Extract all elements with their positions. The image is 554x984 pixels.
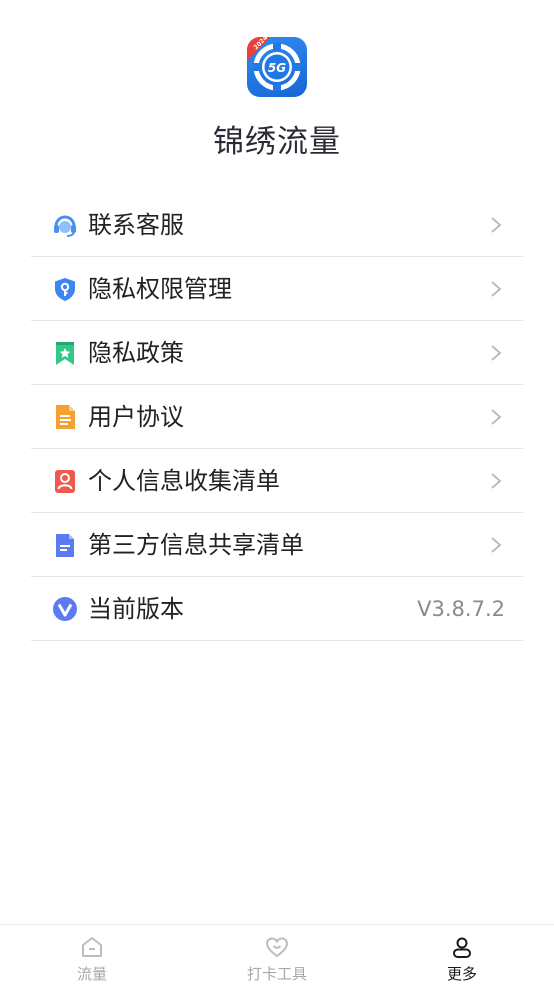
menu-item-user-agreement[interactable]: 用户协议 (31, 385, 523, 449)
document-icon (52, 404, 78, 430)
app-logo: 5G 2024 (247, 37, 307, 97)
menu-label-contact-support: 联系客服 (88, 211, 184, 239)
user-icon (450, 935, 474, 959)
settings-menu: 联系客服 隐私权限管理 隐私政策 用户协议 个人信息收集清单 第三方信息共享清单… (31, 193, 523, 641)
tab-label-traffic: 流量 (76, 965, 107, 983)
logo-text: 5G (268, 61, 286, 75)
file-icon (52, 532, 78, 558)
menu-label-privacy-policy: 隐私政策 (88, 339, 184, 367)
menu-item-current-version: 当前版本 V3.8.7.2 (31, 577, 523, 641)
menu-item-privacy-permissions[interactable]: 隐私权限管理 (31, 257, 523, 321)
tab-label-more: 更多 (446, 965, 477, 983)
menu-item-privacy-policy[interactable]: 隐私政策 (31, 321, 523, 385)
chevron-right-icon (489, 215, 503, 235)
version-number: V3.8.7.2 (417, 597, 505, 621)
menu-item-personal-info-list[interactable]: 个人信息收集清单 (31, 449, 523, 513)
menu-item-contact-support[interactable]: 联系客服 (31, 193, 523, 257)
headset-icon (52, 212, 78, 238)
menu-label-personal-info-list: 个人信息收集清单 (88, 467, 280, 495)
app-header: 5G 2024 锦绣流量 (0, 0, 554, 180)
chevron-right-icon (489, 471, 503, 491)
tab-checkin-tools[interactable]: 打卡工具 (217, 925, 337, 984)
person-card-icon (52, 468, 78, 494)
menu-label-privacy-permissions: 隐私权限管理 (88, 275, 232, 303)
tab-more[interactable]: 更多 (402, 925, 522, 984)
chevron-right-icon (489, 279, 503, 299)
chevron-right-icon (489, 535, 503, 555)
tab-label-checkin-tools: 打卡工具 (246, 965, 307, 983)
heart-icon (265, 935, 289, 959)
chevron-right-icon (489, 407, 503, 427)
chevron-right-icon (489, 343, 503, 363)
tab-traffic[interactable]: 流量 (32, 925, 152, 984)
bottom-tab-bar: 流量 打卡工具 更多 (0, 924, 554, 984)
bookmark-star-icon (52, 340, 78, 366)
menu-label-user-agreement: 用户协议 (88, 403, 184, 431)
menu-label-third-party-sharing-list: 第三方信息共享清单 (88, 531, 304, 559)
home-icon (80, 935, 104, 959)
menu-label-current-version: 当前版本 (88, 595, 184, 623)
app-title: 锦绣流量 (213, 124, 341, 160)
version-v-icon (52, 596, 78, 622)
menu-item-third-party-sharing-list[interactable]: 第三方信息共享清单 (31, 513, 523, 577)
shield-key-icon (52, 276, 78, 302)
